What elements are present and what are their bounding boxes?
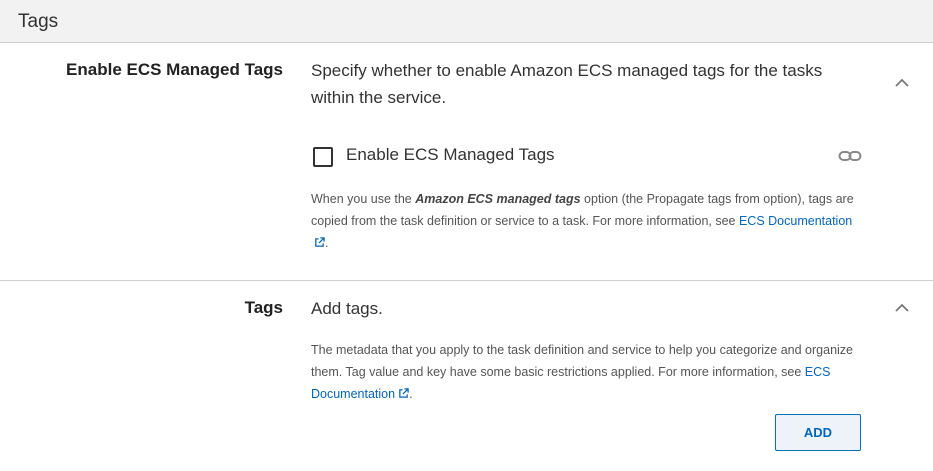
help-text-part: When you use the: [311, 192, 416, 206]
section-header: Tags: [0, 0, 933, 43]
help-text-emphasis: Amazon ECS managed tags: [415, 192, 581, 206]
managed-tags-section: Enable ECS Managed Tags Specify whether …: [0, 43, 933, 281]
tags-help-text: The metadata that you apply to the task …: [311, 339, 856, 405]
external-link-icon[interactable]: [314, 237, 325, 248]
managed-tags-checkbox-label[interactable]: Enable ECS Managed Tags: [346, 145, 555, 165]
external-link-icon[interactable]: [398, 388, 409, 399]
tags-label: Tags: [244, 298, 283, 317]
checkbox-unchecked-icon[interactable]: [313, 147, 333, 167]
managed-tags-label: Enable ECS Managed Tags: [66, 60, 283, 79]
chevron-up-icon[interactable]: [894, 303, 910, 313]
chevron-up-icon[interactable]: [894, 78, 910, 88]
help-text-part: .: [409, 387, 413, 401]
link-icon[interactable]: [838, 149, 862, 163]
managed-tags-help-text: When you use the Amazon ECS managed tags…: [311, 188, 856, 254]
managed-tags-description: Specify whether to enable Amazon ECS man…: [311, 61, 823, 107]
help-text-part: The metadata that you apply to the task …: [311, 343, 854, 379]
tags-section: Tags Add tags. The metadata that you app…: [0, 281, 933, 471]
section-title: Tags: [18, 11, 59, 32]
help-text-part: .: [325, 236, 329, 250]
add-tag-button[interactable]: ADD: [775, 414, 861, 451]
tags-description: Add tags.: [311, 299, 383, 318]
ecs-documentation-link-text[interactable]: ECS Documentation: [739, 214, 852, 228]
